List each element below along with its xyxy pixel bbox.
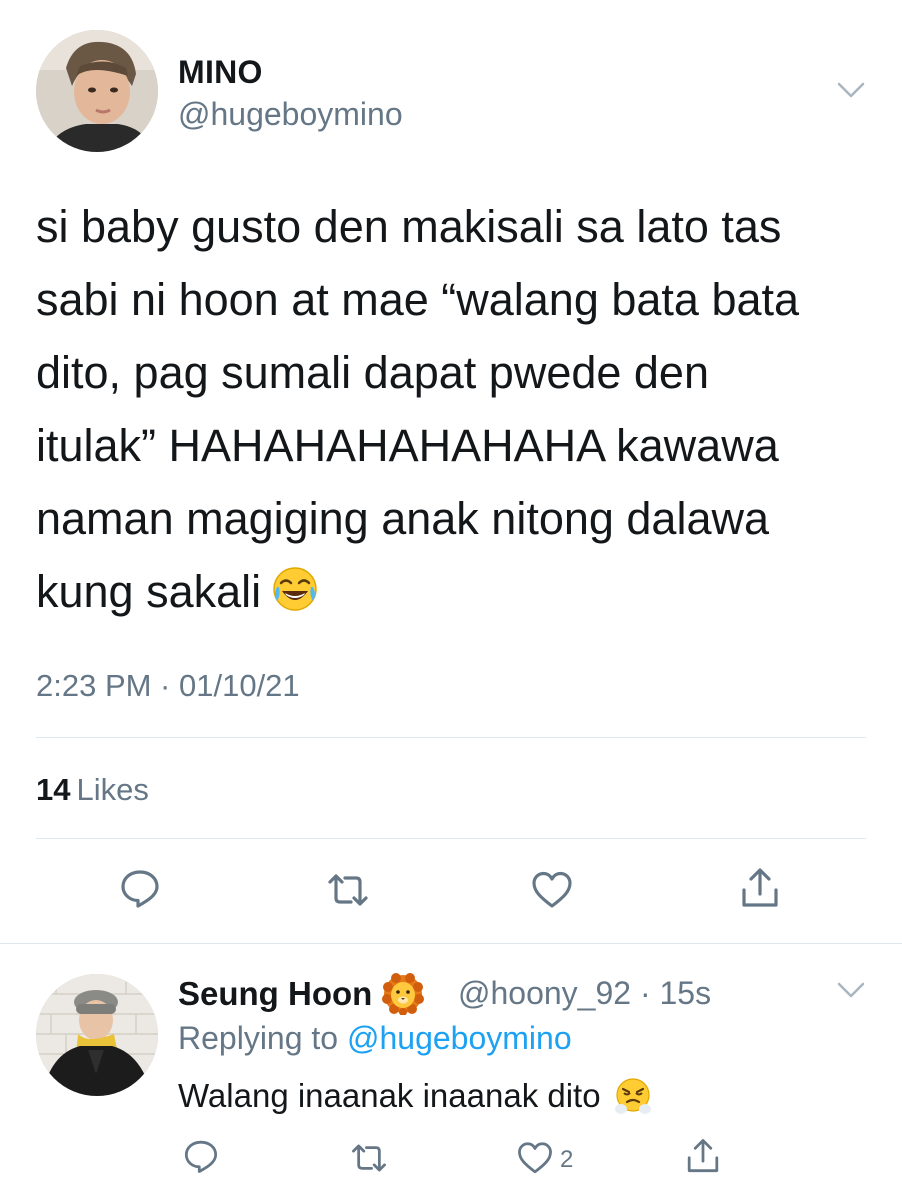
retweet-icon [350,1139,388,1182]
reply-author-name-text: Seung Hoon [178,975,373,1012]
lion-face-icon [382,973,425,1016]
retweet-icon[interactable] [326,868,370,912]
divider [36,838,866,839]
divider [0,943,902,944]
author-avatar[interactable] [36,30,158,152]
reply-author-name[interactable]: Seung Hoon [178,973,425,1016]
replying-to: Replying to @hugeboymino [178,1020,572,1057]
tweet-timestamp[interactable]: 2:23 PM · 01/10/21 [36,668,300,704]
reply-author-avatar[interactable] [36,974,158,1096]
reply-comment-button[interactable] [182,1138,220,1178]
author-name[interactable]: MINO [178,54,263,91]
comment-icon[interactable] [118,866,162,910]
heart-icon[interactable] [530,868,574,912]
replying-to-label: Replying to [178,1020,339,1056]
chevron-down-icon[interactable] [836,80,866,100]
reply-text-content: Walang inaanak inaanak dito [178,1077,601,1114]
face-with-tears-of-joy-icon [271,561,319,634]
author-handle[interactable]: @hugeboymino [178,96,403,133]
share-icon[interactable] [738,866,782,910]
likes-count: 14 [36,772,71,807]
tweet-text: si baby gusto den makisali sa lato tas s… [36,190,866,634]
share-icon [684,1137,722,1180]
divider [36,737,866,738]
tweet-text-content: si baby gusto den makisali sa lato tas s… [36,201,800,617]
likes-label: Likes [76,772,149,807]
heart-icon [516,1139,554,1182]
likes-stat[interactable]: 14 Likes [36,772,149,808]
chevron-down-icon[interactable] [836,980,866,1000]
replying-to-mention[interactable]: @hugeboymino [347,1020,572,1056]
reply-like-button[interactable]: 2 [516,1140,573,1180]
face-with-steam-from-nose-icon [613,1076,653,1116]
comment-icon [182,1137,220,1180]
reply-retweet-button[interactable] [350,1140,388,1180]
reply-like-count: 2 [560,1146,574,1173]
reply-share-button[interactable] [684,1138,722,1178]
reply-text: Walang inaanak inaanak dito [178,1076,653,1116]
reply-handle-time[interactable]: @hoony_92 · 15s [458,975,711,1012]
tweet-detail-page: MINO @hugeboymino si baby gusto den maki… [0,0,902,1200]
